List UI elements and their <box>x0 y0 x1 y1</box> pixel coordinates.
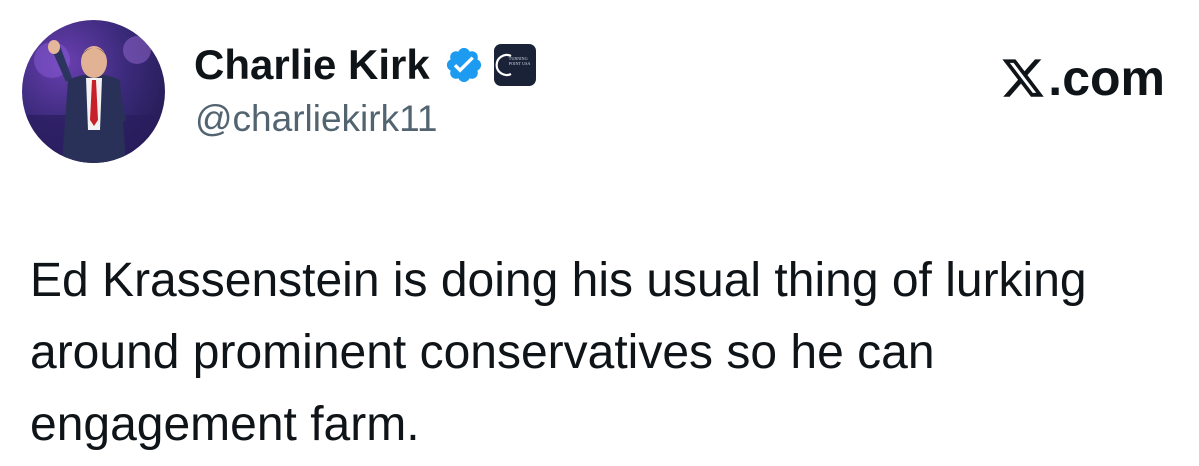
brand: .com <box>1000 50 1165 106</box>
avatar-photo <box>22 36 165 163</box>
display-name[interactable]: Charlie Kirk <box>194 40 430 90</box>
verified-badge-icon[interactable] <box>444 45 484 85</box>
x-logo-icon <box>1000 55 1046 101</box>
tweet-text-line: engagement farm. <box>30 398 420 451</box>
author-name-row: Charlie Kirk TURNING POINT USA <box>194 40 536 90</box>
affiliate-badge-text: TURNING POINT USA <box>508 56 531 66</box>
turning-point-usa-logo[interactable]: TURNING POINT USA <box>493 44 536 86</box>
tweet-card: Charlie Kirk TURNING POINT USA @charliek… <box>0 0 1199 466</box>
tweet-text: Ed Krassenstein is doing his usual thing… <box>30 245 1190 461</box>
author-handle[interactable]: @charliekirk11 <box>195 97 438 141</box>
tweet-text-line: Ed Krassenstein is doing his usual thing… <box>30 254 1087 307</box>
tweet-text-line: around prominent conservatives so he can <box>30 326 935 379</box>
brand-domain: .com <box>1048 50 1165 106</box>
avatar[interactable] <box>22 20 165 163</box>
